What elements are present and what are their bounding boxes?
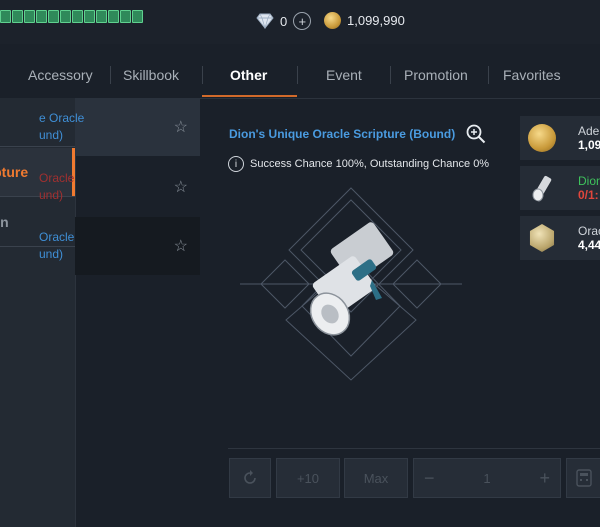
buff-icon — [96, 10, 107, 23]
material-name: Ade — [578, 124, 600, 138]
decrease-button[interactable]: − — [424, 468, 435, 489]
material-name: Orac — [578, 224, 600, 238]
oracle-token-icon — [529, 224, 555, 252]
list-item[interactable]: Oracle und) ☆ — [39, 158, 200, 216]
diamond-currency: 0 + — [256, 12, 312, 30]
favorite-star-icon[interactable]: ☆ — [174, 177, 188, 197]
adena-coin-icon — [528, 124, 556, 152]
material-name: Dion — [578, 174, 600, 188]
refresh-icon — [244, 470, 256, 484]
list-item-name: e Oracle und) — [39, 111, 85, 142]
adena-count: 1,099,990 — [347, 13, 405, 28]
calculator-icon — [576, 469, 592, 487]
tab-event[interactable]: Event — [326, 52, 362, 98]
favorite-star-icon[interactable]: ☆ — [174, 117, 188, 137]
scripture-scroll-icon — [532, 175, 552, 202]
tab-accessory[interactable]: Accessory — [28, 52, 93, 98]
list-item-name: Oracle und) — [39, 171, 75, 202]
material-qty: 4,44 — [578, 238, 600, 252]
active-tab-indicator — [202, 95, 297, 97]
tab-divider — [202, 66, 203, 84]
tab-divider — [297, 66, 298, 84]
add-diamond-button[interactable]: + — [293, 12, 312, 30]
buff-icon — [48, 10, 59, 23]
list-item[interactable]: Oracle und) ☆ — [39, 217, 200, 275]
buff-icon — [72, 10, 83, 23]
item-title: Dion's Unique Oracle Scripture (Bound) — [229, 127, 456, 141]
category-divider — [0, 146, 75, 147]
diamond-icon — [256, 13, 274, 29]
buff-icon — [24, 10, 35, 23]
buff-icons — [0, 10, 143, 23]
tab-promotion[interactable]: Promotion — [404, 52, 468, 98]
tab-divider — [110, 66, 111, 84]
buff-icon — [120, 10, 131, 23]
buff-icon — [36, 10, 47, 23]
buff-icon — [60, 10, 71, 23]
category-tabs: Accessory Skillbook Other Event Promotio… — [0, 52, 600, 99]
controls-divider — [228, 448, 600, 449]
materials-panel: Ade 1,09 Dion 0/1: Orac 4,44 — [520, 116, 600, 262]
buff-icon — [108, 10, 119, 23]
buff-icon — [132, 10, 143, 23]
adena-currency: 1,099,990 — [324, 12, 405, 29]
quantity-value[interactable]: 1 — [483, 471, 490, 486]
reset-button[interactable] — [229, 458, 271, 498]
tab-divider — [488, 66, 489, 84]
favorite-star-icon[interactable]: ☆ — [174, 236, 188, 256]
buff-icon — [0, 10, 11, 23]
list-item[interactable]: e Oracle und) ☆ — [39, 98, 200, 156]
buff-icon — [84, 10, 95, 23]
top-bar: 0 + 1,099,990 — [0, 0, 600, 44]
chance-text: Success Chance 100%, Outstanding Chance … — [250, 158, 490, 170]
plus-ten-button[interactable]: +10 — [276, 458, 340, 498]
adena-coin-icon — [324, 12, 341, 29]
zoom-icon[interactable] — [466, 124, 486, 144]
scripture-emblem — [240, 187, 462, 381]
material-slot[interactable]: Dion 0/1: — [520, 166, 600, 210]
category-panel: cripture oken — [0, 98, 76, 527]
material-qty: 0/1: — [578, 188, 599, 202]
category-label: oken — [0, 214, 9, 230]
increase-button[interactable]: + — [539, 468, 550, 489]
tab-divider — [390, 66, 391, 84]
tab-favorites[interactable]: Favorites — [503, 52, 561, 98]
material-slot[interactable]: Ade 1,09 — [520, 116, 600, 160]
calculator-button[interactable] — [566, 458, 600, 498]
list-item-name: Oracle und) — [39, 230, 75, 261]
info-icon[interactable]: i — [228, 156, 244, 172]
craft-item-list: e Oracle und) ☆ Oracle und) ☆ Oracle und) ☆ — [39, 98, 200, 527]
quantity-stepper: − 1 + — [413, 458, 561, 498]
category-label: cripture — [0, 164, 29, 180]
tab-other[interactable]: Other — [230, 52, 267, 98]
diamond-count: 0 — [280, 13, 288, 29]
buff-icon — [12, 10, 23, 23]
material-qty: 1,09 — [578, 138, 600, 152]
success-chance-info: i Success Chance 100%, Outstanding Chanc… — [228, 156, 489, 172]
material-slot[interactable]: Orac 4,44 — [520, 216, 600, 260]
max-button[interactable]: Max — [344, 458, 408, 498]
tab-skillbook[interactable]: Skillbook — [123, 52, 179, 98]
